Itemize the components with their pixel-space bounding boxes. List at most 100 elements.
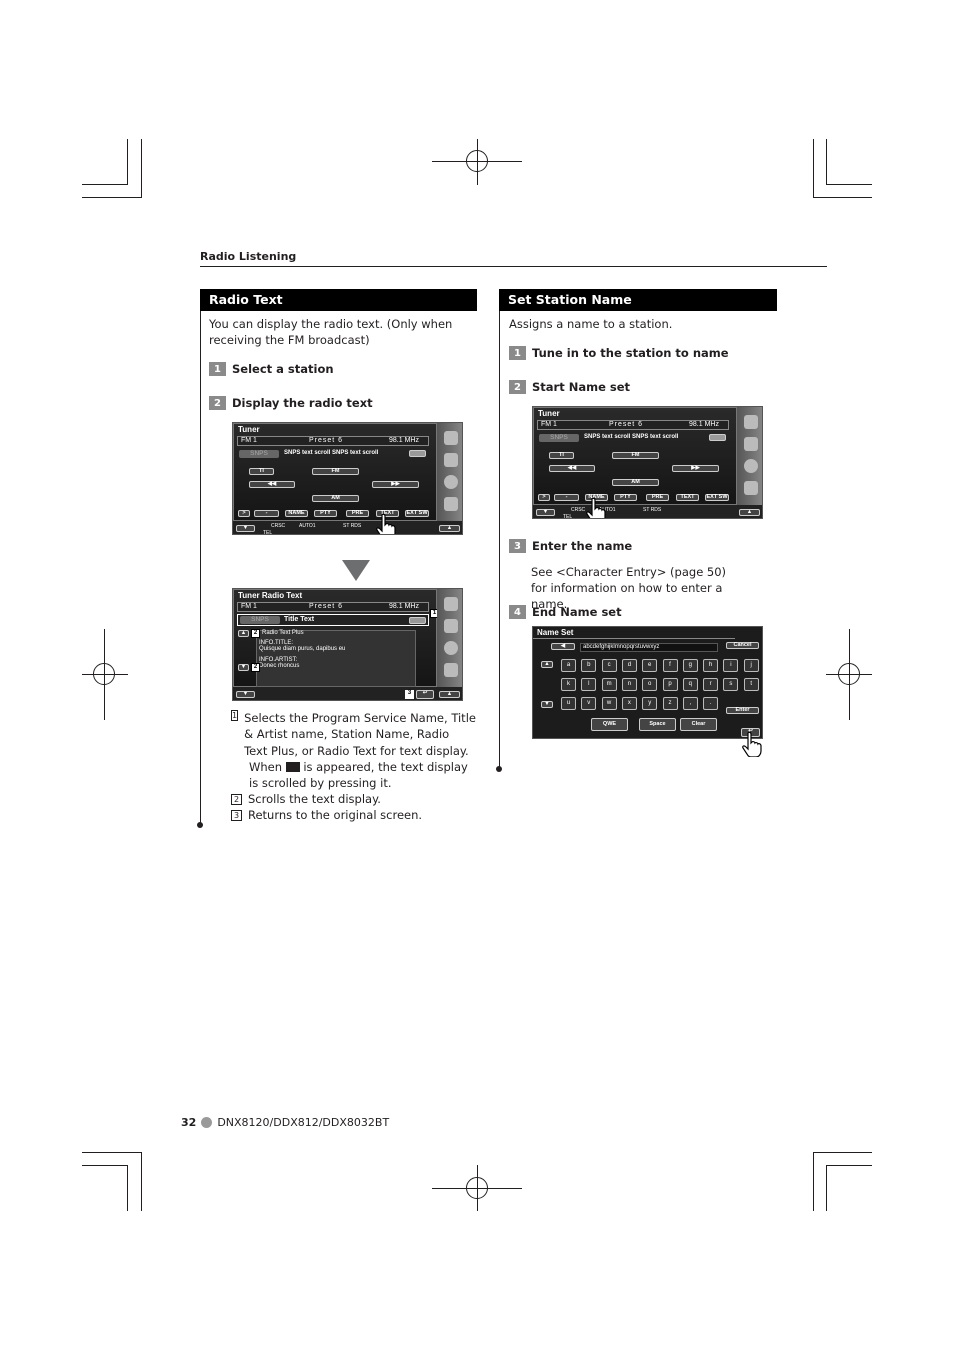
preset-label: Preset 6 xyxy=(309,603,344,610)
key-y: y xyxy=(642,697,658,710)
button-extsw: EXT SW xyxy=(705,494,729,501)
menu-icon xyxy=(444,431,458,445)
key-k: k xyxy=(561,678,576,691)
key-g: g xyxy=(682,659,698,672)
pointer-hand-icon xyxy=(585,497,607,518)
button-ti: TI xyxy=(549,452,574,459)
band-label: FM 1 xyxy=(541,421,557,428)
button-extsw: EXT SW xyxy=(405,510,429,517)
key-b: b xyxy=(581,659,597,672)
return-button: ↩ xyxy=(416,690,434,699)
audio-icon xyxy=(444,619,458,633)
crop-mark xyxy=(813,1152,872,1153)
callout-number: 2 xyxy=(251,629,260,638)
status-indicator: ST RDS xyxy=(343,523,362,529)
speaker-icon xyxy=(744,459,758,473)
title-text: Title Text xyxy=(284,616,315,623)
button-prev: ◀◀ xyxy=(549,465,595,472)
screen-title: Tuner Radio Text xyxy=(238,591,303,600)
scroll-up-button: ▲ xyxy=(439,691,460,698)
button-: > xyxy=(538,494,550,501)
intro-text: You can display the radio text. (Only wh… xyxy=(209,317,453,347)
cancel-button: Cancel xyxy=(726,642,759,649)
crop-mark xyxy=(813,197,872,198)
ps-label: SNPS xyxy=(539,434,579,442)
key-u: u xyxy=(561,697,576,710)
screen-title: Tuner xyxy=(238,425,260,434)
key-x: x xyxy=(621,697,637,710)
crop-mark xyxy=(826,184,872,185)
crop-mark xyxy=(127,139,128,185)
crop-mark xyxy=(141,1152,142,1211)
crop-mark xyxy=(82,184,128,185)
header-rule xyxy=(200,266,827,267)
key-p: p xyxy=(662,678,678,691)
screen-title: Name Set xyxy=(537,628,574,637)
button-name: NAME xyxy=(285,510,308,517)
key-d: d xyxy=(621,659,637,672)
callout-number: 3 xyxy=(405,690,414,699)
crop-mark xyxy=(826,139,827,185)
scroll-text: SNPS text scroll SNPS text scroll xyxy=(284,450,379,456)
registration-mark xyxy=(82,674,128,675)
scroll-down-button: ▼ xyxy=(541,701,553,708)
button-: - xyxy=(254,510,279,517)
speaker-icon xyxy=(444,475,458,489)
crop-mark xyxy=(813,139,814,198)
radio-text-screen-illustration: Tuner Radio Text FM 1 Preset 6 98.1 MHz SNPS… xyxy=(232,588,463,701)
preset-label: Preset 6 xyxy=(309,437,344,444)
crop-mark xyxy=(813,1152,814,1211)
screen-main: Tuner FM 1 Preset 6 98.1 MHz SNPS SNPS text s… xyxy=(533,407,737,505)
frequency-label: 98.1 MHz xyxy=(389,603,419,610)
crop-mark xyxy=(826,1165,827,1211)
frequency-label: 98.1 MHz xyxy=(389,437,419,444)
crop-mark xyxy=(82,1165,128,1166)
tuner-screen-illustration: Tuner FM 1 Preset 6 98.1 MHz SNPS SNPS text s… xyxy=(232,422,463,535)
intro-text: Assigns a name to a station. xyxy=(509,317,673,331)
name-set-screen-illustration: Name Set ◀ abcdefghijklmnopqrstuvwxyz Cance… xyxy=(532,626,763,758)
audio-icon xyxy=(744,437,758,451)
band-label: FM 1 xyxy=(241,603,257,610)
button-pty: PTY xyxy=(314,510,337,517)
radio-text-line: Radio Text Plus xyxy=(262,630,304,636)
button-fm: FM xyxy=(612,452,659,459)
registration-mark xyxy=(477,1165,478,1211)
key-w: w xyxy=(601,697,617,710)
frequency-label: 98.1 MHz xyxy=(689,421,719,428)
step-2: 2 Display the radio text xyxy=(209,396,373,410)
key-j: j xyxy=(743,659,759,672)
scroll-up-button: ▲ xyxy=(739,509,760,516)
scroll-up-button: ▲ xyxy=(439,525,460,532)
button-pre: PRE xyxy=(646,494,669,501)
backspace-button: ◀ xyxy=(551,643,575,650)
section-title-set-station-name: Set Station Name xyxy=(499,289,777,311)
tuner-screen-illustration: Tuner FM 1 Preset 6 98.1 MHz SNPS SNPS text s… xyxy=(532,406,763,519)
button-fm: FM xyxy=(312,468,359,475)
pointer-hand-icon xyxy=(375,513,397,534)
column-rule xyxy=(200,311,201,826)
ps-label: SNPS xyxy=(239,450,279,458)
key-f: f xyxy=(662,659,678,672)
button-pre: PRE xyxy=(346,510,369,517)
step-4: 4 End Name set xyxy=(509,605,622,619)
button-am: AM xyxy=(612,479,659,486)
key-m: m xyxy=(601,678,617,691)
audio-icon xyxy=(444,453,458,467)
key-e: e xyxy=(642,659,658,672)
registration-mark xyxy=(477,139,478,185)
column-end-dot xyxy=(197,822,203,828)
ps-label: SNPS xyxy=(240,616,280,624)
text-scroll-button xyxy=(709,434,726,441)
crop-mark xyxy=(82,1152,141,1153)
text-scroll-button xyxy=(409,450,426,457)
key-i: i xyxy=(723,659,739,672)
pointer-hand-icon xyxy=(741,731,763,758)
divider xyxy=(533,638,735,639)
crop-mark xyxy=(82,197,141,198)
side-panel xyxy=(437,423,462,521)
arrow-down-icon xyxy=(342,560,370,581)
radio-text-line: Donec rhoncus xyxy=(259,663,300,669)
key-r: r xyxy=(703,678,719,691)
scroll-up-button: ▲ xyxy=(238,630,249,637)
space-button: Space xyxy=(639,718,676,731)
